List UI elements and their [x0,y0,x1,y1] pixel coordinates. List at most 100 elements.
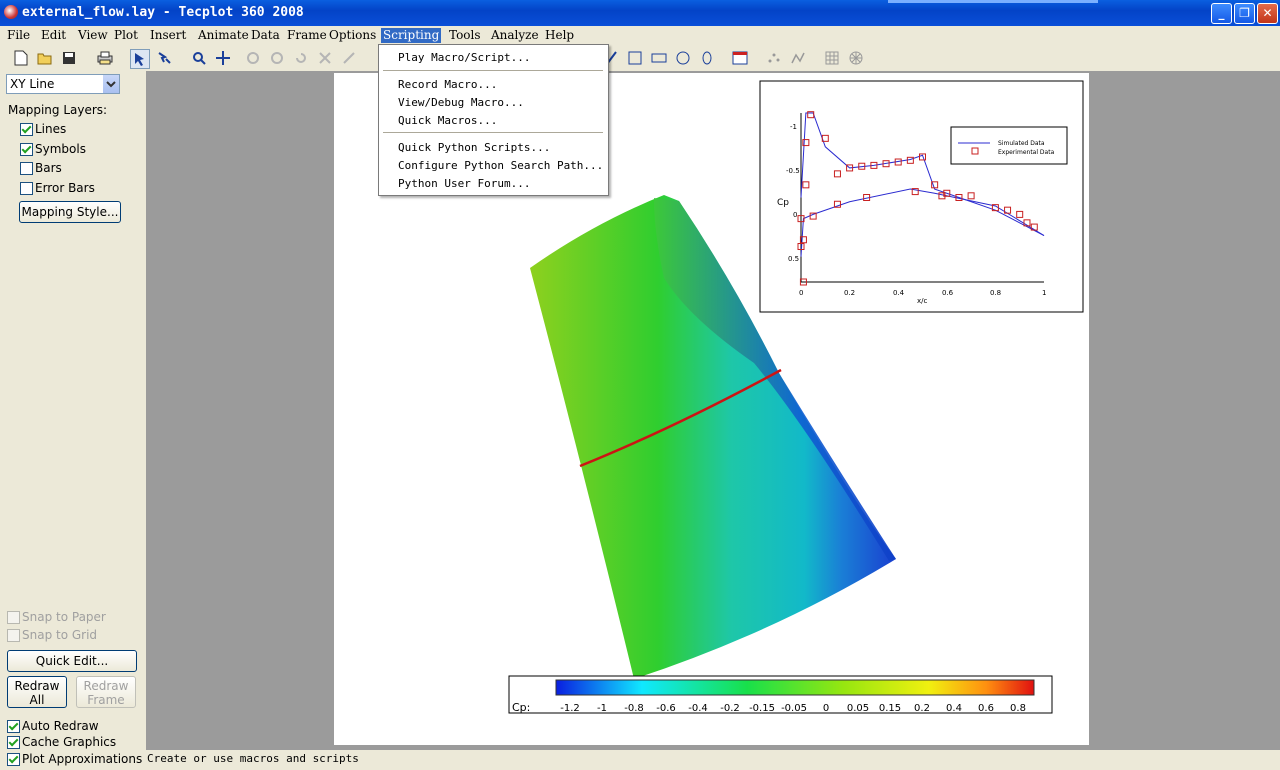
colorbar-tick-label: -0.15 [749,703,775,714]
square-tool[interactable] [626,49,644,67]
rotate-tool-3 [292,49,310,67]
restore-icon: ❐ [1239,6,1250,20]
translate-tool[interactable] [214,49,232,67]
snap-to-grid-checkbox[interactable] [7,629,20,642]
inset-plot[interactable]: Cp x/c -1 -0.5 0 0.5 0 0.2 0.4 0.6 0.8 1… [759,80,1084,313]
menu-separator-1 [383,70,603,71]
frame-tool[interactable] [731,49,749,67]
menu-plot[interactable]: Plot [112,28,140,43]
title-bar: external_flow.lay - Tecplot 360 2008 _ ❐… [0,0,1280,26]
redraw-frame-label-line2: Frame [87,693,125,707]
close-button[interactable]: ✕ [1257,3,1278,24]
zoom-tool[interactable] [190,49,208,67]
menu-frame[interactable]: Frame [285,28,329,43]
ellipse-tool[interactable] [698,49,716,67]
error-bars-label: Error Bars [35,181,95,195]
redraw-frame-button[interactable]: Redraw Frame [76,676,136,708]
plot-type-select[interactable]: XY Line [6,74,120,94]
redraw-frame-label-line1: Redraw [83,679,129,693]
open-file-button[interactable] [36,49,54,67]
rectangle-tool[interactable] [650,49,668,67]
play-macro-item[interactable]: Play Macro/Script... [398,50,530,66]
minimize-icon: _ [1218,6,1225,20]
colorbar-tick-label: 0.6 [978,703,994,714]
print-icon [97,51,113,65]
python-user-forum-item[interactable]: Python User Forum... [398,176,530,192]
menu-data[interactable]: Data [249,28,282,43]
colorbar-legend[interactable]: Cp: -1.2 -1 -0.8 -0.6 -0.4 -0.2 -0.15 -0.05 0 0.0… [508,675,1053,714]
twist-icon [319,52,331,64]
colorbar-tick-label: 0 [823,703,829,714]
menu-edit[interactable]: Edit [39,28,68,43]
menu-scripting[interactable]: Scripting [381,28,442,43]
menu-file[interactable]: File [5,28,32,43]
polyline-tool [789,49,807,67]
move-arrows-icon [216,51,230,65]
quick-edit-button[interactable]: Quick Edit... [7,650,137,672]
open-folder-icon [37,53,52,65]
menu-separator-2 [383,132,603,133]
adjustor-arrow-icon [158,52,171,64]
menu-options[interactable]: Options [327,28,378,43]
rotate-tool-2 [268,49,286,67]
lines-label: Lines [35,122,67,136]
configure-python-path-item[interactable]: Configure Python Search Path... [398,158,603,174]
bars-checkbox[interactable] [20,162,33,175]
scripting-menu: Play Macro/Script... Record Macro... Vie… [378,44,609,196]
polyline-icon [791,52,805,64]
cache-graphics-checkbox[interactable] [7,736,20,749]
quick-python-scripts-item[interactable]: Quick Python Scripts... [398,140,550,156]
grid-tool [823,49,841,67]
error-bars-checkbox[interactable] [20,182,33,195]
print-button[interactable] [96,49,114,67]
redraw-all-button[interactable]: Redraw All [7,676,67,708]
menu-help[interactable]: Help [543,28,576,43]
symbols-label: Symbols [35,142,86,156]
menu-analyze[interactable]: Analyze [489,28,541,43]
colorbar-tick-label: -0.8 [624,703,644,714]
view-debug-macro-item[interactable]: View/Debug Macro... [398,95,524,111]
bars-label: Bars [35,161,62,175]
mapping-style-button[interactable]: Mapping Style... [19,201,121,223]
colorbar-tick-label: 0.2 [914,703,930,714]
lines-checkbox[interactable] [20,123,33,136]
plot-approximations-label: Plot Approximations [22,752,143,766]
menu-tools[interactable]: Tools [447,28,483,43]
rotate-tool-4 [340,49,358,67]
restore-button[interactable]: ❐ [1234,3,1255,24]
menu-insert[interactable]: Insert [148,28,188,43]
menu-animate[interactable]: Animate [196,28,251,43]
symbols-checkbox[interactable] [20,143,33,156]
polar-grid-tool [847,49,865,67]
colorbar-tick-label: -0.6 [656,703,676,714]
new-file-button[interactable] [12,49,30,67]
cache-graphics-label: Cache Graphics [22,735,117,749]
dropdown-button[interactable] [103,75,119,93]
rectangle-icon [651,53,667,63]
colorbar-tick-label: 0.15 [879,703,901,714]
polar-grid-icon [849,51,863,65]
circle-tool[interactable] [674,49,692,67]
colorbar-gradient [555,679,1035,696]
record-macro-item[interactable]: Record Macro... [398,77,497,93]
chevron-down-icon [106,81,116,88]
plot-approximations-checkbox[interactable] [7,753,20,766]
selector-tool[interactable] [130,49,150,69]
colorbar-ticks: -1.2 -1 -0.8 -0.6 -0.4 -0.2 -0.15 -0.05 0 0.05 0.1… [560,703,1026,714]
colorbar-tick-label: -0.2 [720,703,740,714]
auto-redraw-checkbox[interactable] [7,720,20,733]
snap-to-paper-label: Snap to Paper [22,610,106,624]
app-icon[interactable] [4,5,18,19]
snap-to-paper-checkbox[interactable] [7,611,20,624]
new-file-icon [14,50,28,66]
menu-view[interactable]: View [76,28,110,43]
workspace[interactable]: Cp x/c -1 -0.5 0 0.5 0 0.2 0.4 0.6 0.8 1… [146,71,1280,750]
save-button[interactable] [60,49,78,67]
inset-xtick-6: 1 [1042,289,1046,297]
inset-ytick-2: -0.5 [786,167,800,175]
adjustor-tool[interactable] [155,49,173,67]
quick-macros-item[interactable]: Quick Macros... [398,113,497,129]
minimize-button[interactable]: _ [1211,3,1232,24]
inset-xtick-4: 0.6 [942,289,954,297]
axis-rotate-icon [343,52,355,64]
